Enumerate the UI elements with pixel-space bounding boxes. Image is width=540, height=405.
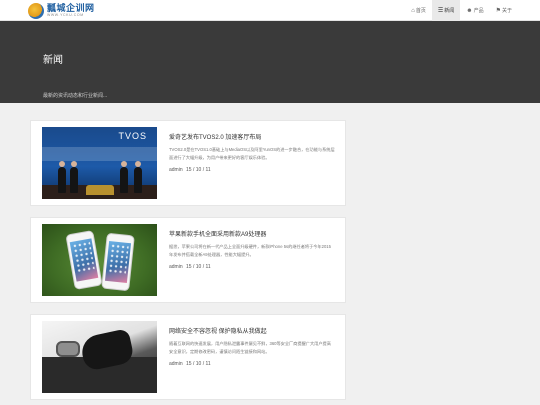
article-meta: admin 15 / 10 / 11	[169, 264, 213, 270]
logo-title: 瓢城企训网	[47, 2, 95, 13]
article-thumbnail[interactable]: TVOS	[42, 127, 157, 199]
nav-item-products[interactable]: ☻ 产品	[460, 0, 489, 21]
article-meta: admin 15 / 10 / 11	[169, 167, 213, 173]
wristwatch-image	[56, 341, 80, 357]
article-thumbnail[interactable]	[42, 224, 157, 296]
nav-item-about[interactable]: ⚑ 关于	[490, 0, 518, 21]
article-excerpt: TVOS2.0是在TVOS1.0基础上与MediaOS以及阿里YunOS的进一步…	[169, 147, 335, 160]
article-date: 15 / 10 / 11	[186, 167, 211, 173]
nav-label-home: 首页	[415, 8, 426, 14]
article-author: admin	[169, 264, 183, 270]
home-icon: ⌂	[411, 7, 415, 14]
podium	[86, 185, 114, 195]
nav-item-home[interactable]: ⌂ 首页	[405, 0, 432, 21]
article-thumbnail[interactable]	[42, 321, 157, 393]
page-subtitle: 最新的资讯动态和行业新闻...	[43, 93, 108, 99]
article-author: admin	[169, 361, 183, 367]
thumbnail-caption: TVOS	[118, 131, 147, 141]
phone-image	[65, 229, 103, 291]
article-author: admin	[169, 167, 183, 173]
phone-image	[101, 232, 135, 292]
user-icon: ☻	[466, 7, 473, 14]
person-figure	[70, 161, 78, 193]
article-date: 15 / 10 / 11	[186, 264, 211, 270]
page-title: 新闻	[43, 55, 63, 66]
list-icon: ☰	[437, 7, 444, 14]
article-excerpt: 随着互联网的快速发展，用户隐私泄露事件屡见不鲜，360等安全厂商提醒广大用户提高…	[169, 341, 331, 354]
logo-text: 瓢城企训网 WWW.YCKU.COM	[47, 2, 95, 18]
top-navbar: 瓢城企训网 WWW.YCKU.COM ⌂ 首页 ☰ 新闻 ☻ 产品 ⚑ 关于	[0, 0, 540, 21]
stage-banner	[42, 147, 157, 161]
page-hero: 新闻 最新的资讯动态和行业新闻...	[0, 21, 540, 103]
nav-label-about: 关于	[501, 8, 512, 14]
article-title-link[interactable]: 苹果新款手机全面采用新款A9处理器	[169, 229, 266, 238]
article-date: 15 / 10 / 11	[186, 361, 211, 367]
person-figure	[58, 161, 66, 193]
article-title-link[interactable]: 网络安全不容忽视 保护隐私从我做起	[169, 326, 267, 335]
logo-mark-icon	[28, 2, 44, 19]
article-card[interactable]: 网络安全不容忽视 保护隐私从我做起 随着互联网的快速发展，用户隐私泄露事件屡见不…	[30, 314, 346, 400]
nav-item-news[interactable]: ☰ 新闻	[431, 0, 461, 21]
article-card[interactable]: TVOS 爱奇艺发布TVOS2.0 加速客厅布局 TVOS2.0是在TVOS1.…	[30, 120, 346, 206]
tag-icon: ⚑	[495, 7, 501, 14]
article-meta: admin 15 / 10 / 11	[169, 361, 213, 367]
article-title-link[interactable]: 爱奇艺发布TVOS2.0 加速客厅布局	[169, 132, 261, 141]
nav-label-news: 新闻	[444, 8, 455, 14]
logo-subtitle: WWW.YCKU.COM	[47, 12, 84, 17]
article-card[interactable]: 苹果新款手机全面采用新款A9处理器 据悉，苹果公司将在新一代产品上全面升级硬件，…	[30, 217, 346, 303]
article-excerpt: 据悉，苹果公司将在新一代产品上全面升级硬件，新款iPhone 5s的继任者将于今…	[169, 244, 331, 257]
main-nav: ⌂ 首页 ☰ 新闻 ☻ 产品 ⚑ 关于	[405, 0, 518, 21]
person-figure	[120, 161, 128, 193]
nav-label-products: 产品	[473, 8, 484, 14]
person-figure	[134, 161, 142, 193]
phone-app-grid	[107, 243, 129, 275]
site-logo[interactable]: 瓢城企训网 WWW.YCKU.COM	[28, 2, 95, 19]
